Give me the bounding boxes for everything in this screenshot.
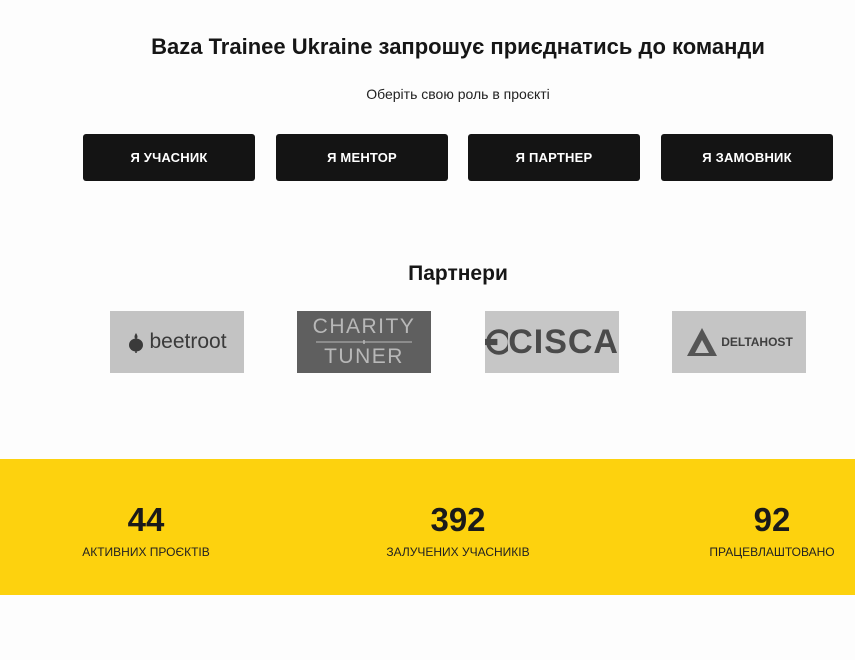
charity-logo-line2: TUNER	[324, 345, 404, 368]
customer-button[interactable]: Я ЗАМОВНИК	[661, 134, 833, 181]
stat-value: 44	[127, 501, 165, 538]
cisca-logo[interactable]: CISCA	[485, 311, 619, 373]
deltahost-logo-text: DELTAHOST	[721, 335, 793, 349]
charity-tuner-logo[interactable]: CHARITY TUNER	[297, 311, 431, 373]
beetroot-logo-text: beetroot	[149, 330, 227, 353]
cisca-circle-icon	[485, 329, 509, 355]
mentor-button[interactable]: Я МЕНТОР	[276, 134, 448, 181]
cisca-logo-text: CISCA	[508, 322, 619, 361]
hero-subtitle: Оберіть свою роль в проєкті	[366, 86, 550, 102]
beetroot-logo[interactable]: beetroot	[110, 311, 244, 373]
stat-label: АКТИВНИХ ПРОЄКТІВ	[82, 545, 210, 559]
partner-button[interactable]: Я ПАРТНЕР	[468, 134, 640, 181]
charity-logo-line1: CHARITY	[312, 315, 416, 338]
participant-button[interactable]: Я УЧАСНИК	[83, 134, 255, 181]
stats-section: 44 АКТИВНИХ ПРОЄКТІВ 392 ЗАЛУЧЕНИХ УЧАСН…	[0, 459, 855, 595]
delta-triangle-icon	[687, 328, 718, 356]
stat-label: ПРАЦЕВЛАШТОВАНО	[709, 545, 835, 559]
stat-value: 92	[753, 501, 791, 538]
beetroot-icon	[129, 333, 144, 353]
deltahost-logo[interactable]: DELTAHOST	[672, 311, 806, 373]
partners-title: Партнери	[408, 262, 508, 285]
hero-title: Baza Trainee Ukraine запрошує приєднатис…	[151, 34, 765, 59]
stat-value: 392	[430, 501, 486, 538]
stat-label: ЗАЛУЧЕНИХ УЧАСНИКІВ	[386, 545, 530, 559]
